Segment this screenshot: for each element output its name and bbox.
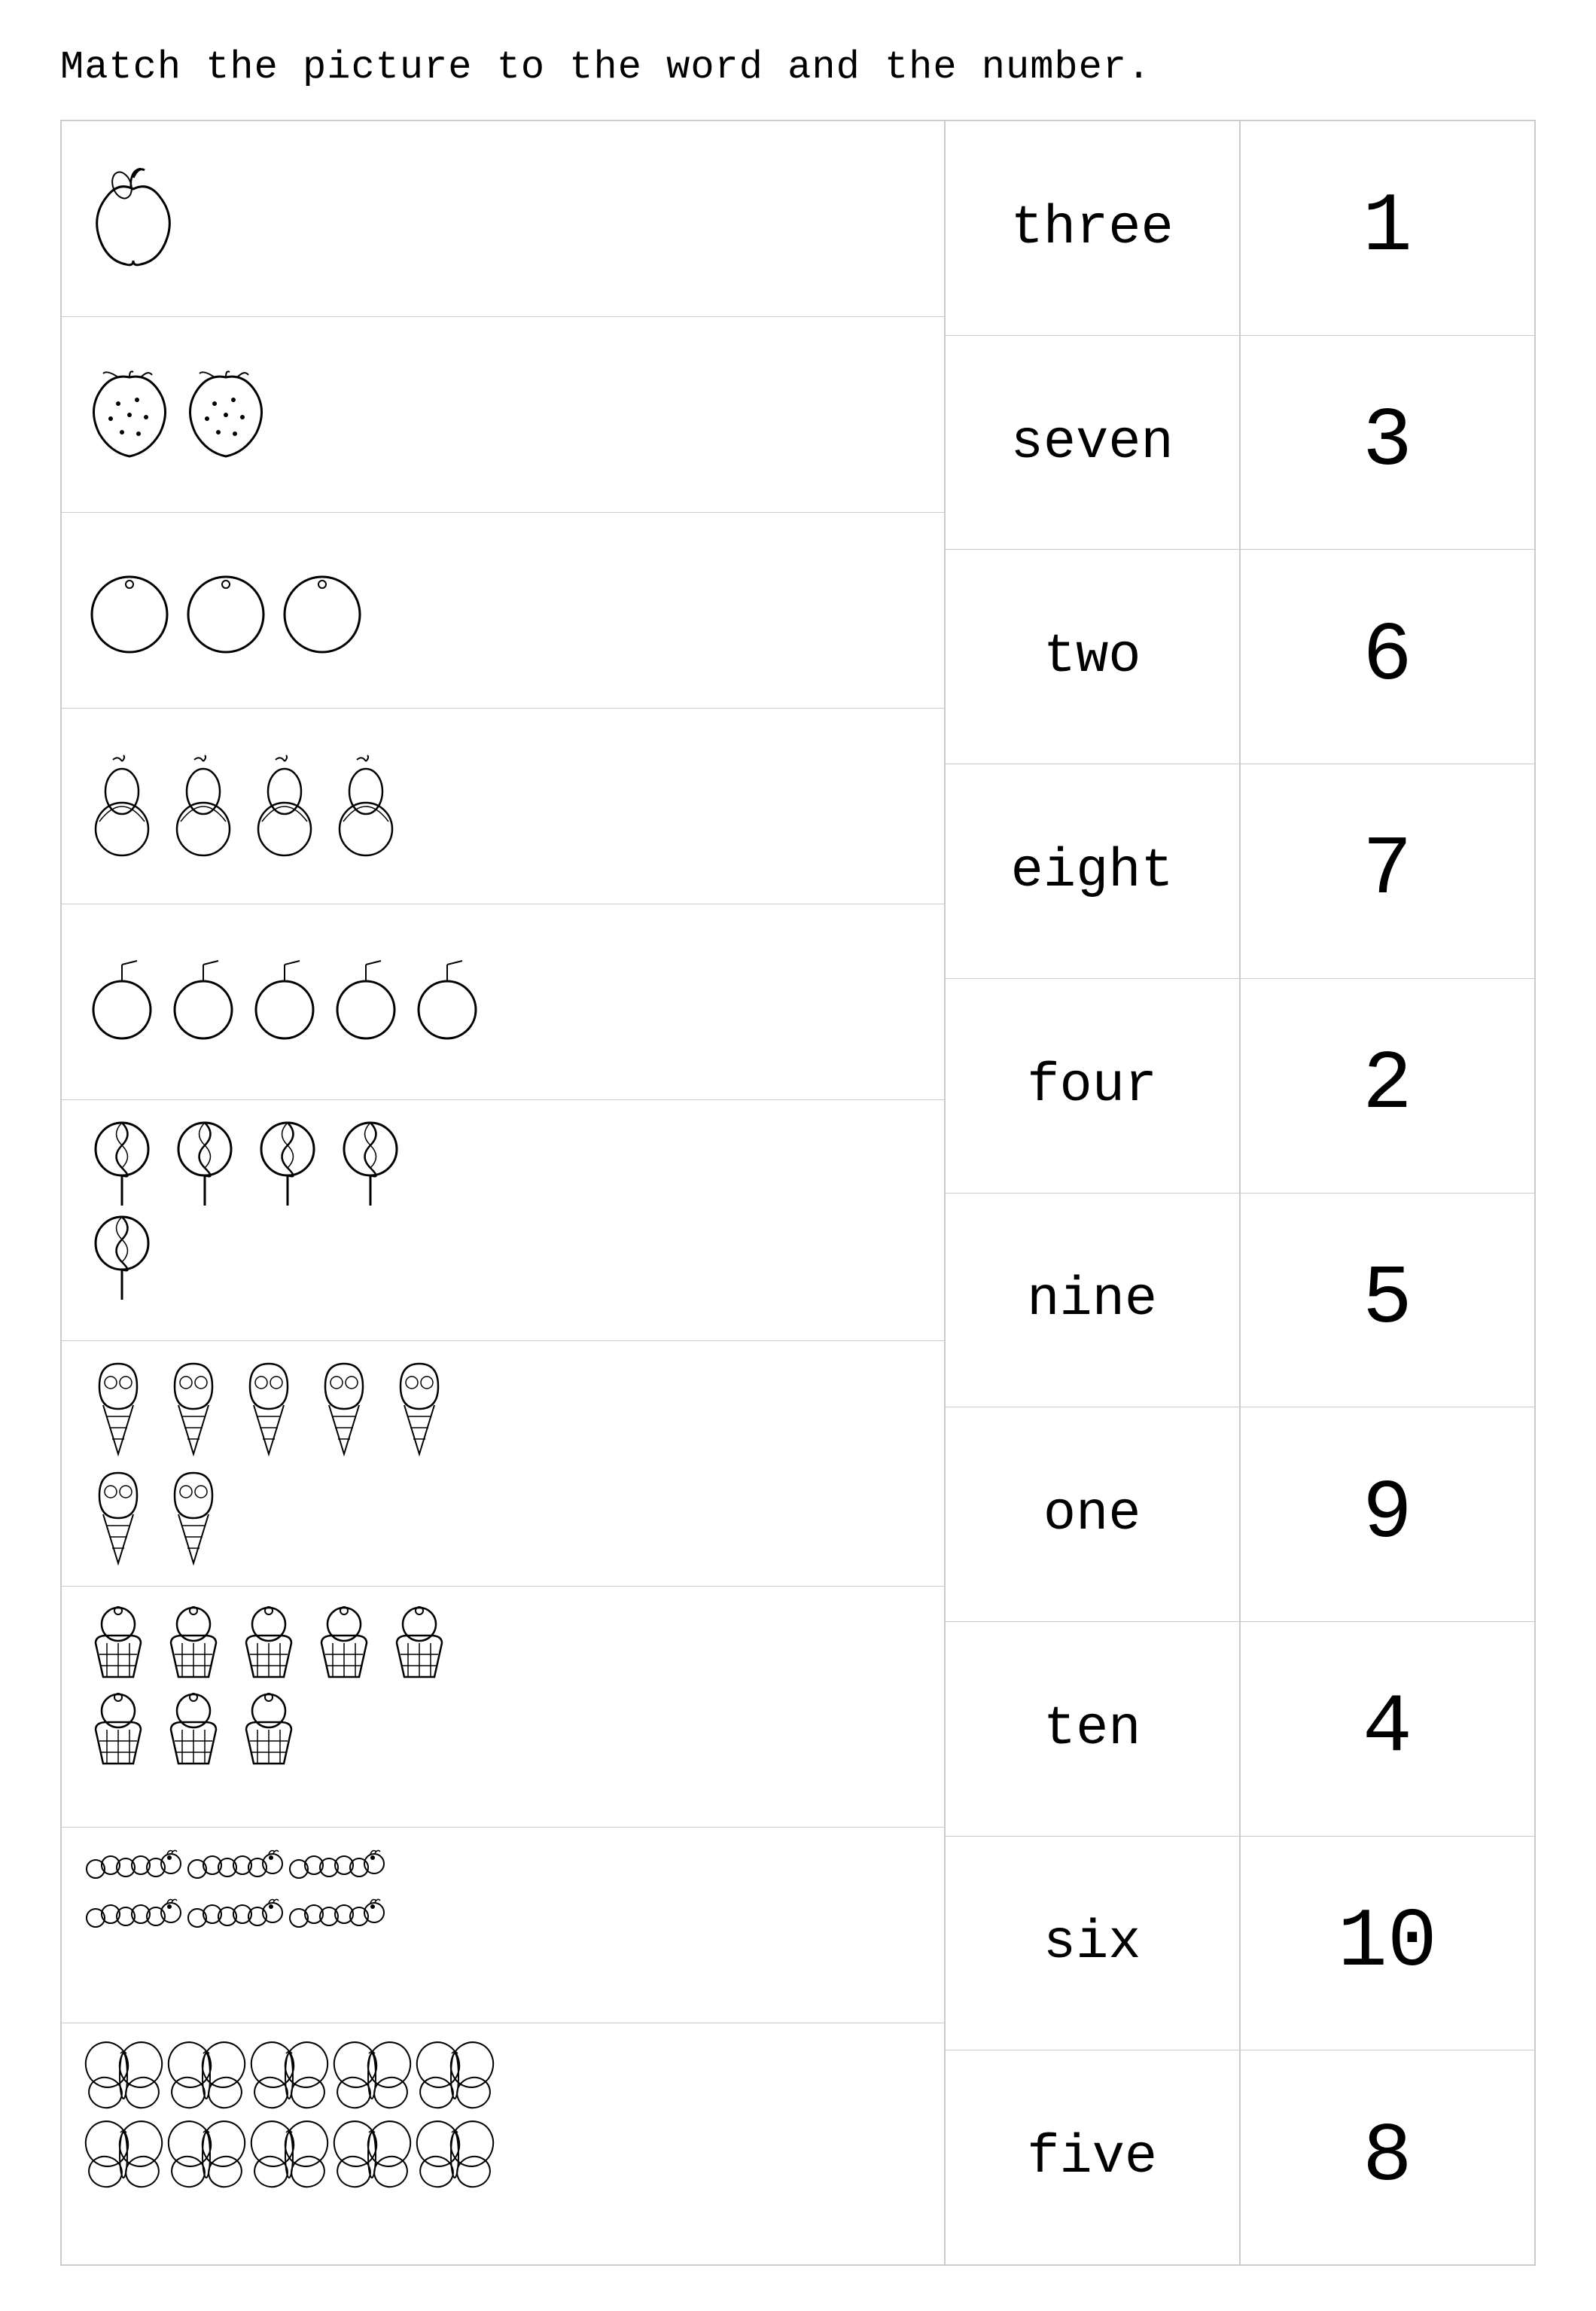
number-cell-9: 10 xyxy=(1241,1837,1534,2050)
picture-row-2 xyxy=(62,317,944,513)
caterpillar-icon-2 xyxy=(186,1843,284,1888)
strawberry-icon-2 xyxy=(181,366,271,464)
number-cell-3: 6 xyxy=(1241,550,1534,764)
butterfly-icon-9 xyxy=(333,2117,412,2193)
lollipop-icon-3 xyxy=(250,1115,325,1206)
word-number-row-7: one 9 xyxy=(946,1407,1534,1622)
word-number-row-8: ten 4 xyxy=(946,1622,1534,1837)
cherry-icon-2 xyxy=(166,957,241,1047)
cupcake-icon-2 xyxy=(160,1602,227,1684)
words-numbers-column: three 1 seven 3 two 6 eight 7 four 2 nin… xyxy=(946,121,1534,2264)
cupcake-icon-1 xyxy=(84,1602,152,1684)
icecream-icon-5 xyxy=(385,1356,453,1462)
picture-row-3 xyxy=(62,513,944,709)
cupcake-icon-4 xyxy=(310,1602,378,1684)
caterpillar-icon-4 xyxy=(84,1892,182,1937)
caterpillar-icon-3 xyxy=(288,1843,385,1888)
butterfly-icon-10 xyxy=(416,2117,495,2193)
picture-row-1 xyxy=(62,121,944,317)
number-cell-10: 8 xyxy=(1241,2050,1534,2264)
icecream-icon-7 xyxy=(160,1465,227,1571)
lollipop-icon-2 xyxy=(167,1115,242,1206)
pear-icon-3 xyxy=(247,754,322,859)
word-number-row-9: six 10 xyxy=(946,1837,1534,2051)
word-number-row-4: eight 7 xyxy=(946,764,1534,979)
orange-icon-1 xyxy=(84,562,175,660)
picture-row-6 xyxy=(62,1100,944,1341)
cherry-icon-1 xyxy=(84,957,160,1047)
icecream-icon-1 xyxy=(84,1356,152,1462)
cupcake-icon-7 xyxy=(160,1688,227,1771)
apple-icon xyxy=(84,163,182,276)
butterfly-icon-7 xyxy=(167,2117,246,2193)
pear-icon-1 xyxy=(84,754,160,859)
number-cell-8: 4 xyxy=(1241,1622,1534,1836)
number-cell-1: 1 xyxy=(1241,121,1534,335)
word-cell-1: three xyxy=(946,121,1241,335)
picture-row-8 xyxy=(62,1587,944,1828)
cupcake-icon-8 xyxy=(235,1688,303,1771)
icecream-icon-4 xyxy=(310,1356,378,1462)
pictures-column xyxy=(62,121,946,2264)
cupcake-icon-3 xyxy=(235,1602,303,1684)
picture-row-4 xyxy=(62,709,944,904)
word-number-row-6: nine 5 xyxy=(946,1194,1534,1408)
caterpillar-icon-5 xyxy=(186,1892,284,1937)
word-cell-5: four xyxy=(946,979,1241,1193)
word-cell-6: nine xyxy=(946,1194,1241,1407)
butterfly-icon-6 xyxy=(84,2117,163,2193)
butterfly-icon-1 xyxy=(84,2038,163,2114)
icecream-icon-2 xyxy=(160,1356,227,1462)
pear-icon-4 xyxy=(328,754,404,859)
butterfly-icon-4 xyxy=(333,2038,412,2114)
picture-row-10 xyxy=(62,2023,944,2264)
number-cell-2: 3 xyxy=(1241,336,1534,550)
number-cell-7: 9 xyxy=(1241,1407,1534,1621)
lollipop-icon-1 xyxy=(84,1115,160,1206)
number-cell-6: 5 xyxy=(1241,1194,1534,1407)
caterpillar-icon-6 xyxy=(288,1892,385,1937)
word-number-row-5: four 2 xyxy=(946,979,1534,1194)
word-number-row-1: three 1 xyxy=(946,121,1534,336)
butterfly-icon-3 xyxy=(250,2038,329,2114)
pear-icon-2 xyxy=(166,754,241,859)
orange-icon-2 xyxy=(181,562,271,660)
main-container: three 1 seven 3 two 6 eight 7 four 2 nin… xyxy=(60,120,1536,2266)
strawberry-icon-1 xyxy=(84,366,175,464)
cherry-icon-4 xyxy=(328,957,404,1047)
picture-row-5 xyxy=(62,904,944,1100)
word-cell-8: ten xyxy=(946,1622,1241,1836)
word-cell-4: eight xyxy=(946,764,1241,978)
number-cell-4: 7 xyxy=(1241,764,1534,978)
icecream-icon-6 xyxy=(84,1465,152,1571)
cupcake-icon-5 xyxy=(385,1602,453,1684)
word-cell-10: five xyxy=(946,2050,1241,2264)
cherry-icon-5 xyxy=(410,957,485,1047)
word-cell-7: one xyxy=(946,1407,1241,1621)
instruction-text: Match the picture to the word and the nu… xyxy=(60,45,1536,90)
lollipop-icon-4 xyxy=(333,1115,408,1206)
picture-row-7 xyxy=(62,1341,944,1587)
butterfly-icon-8 xyxy=(250,2117,329,2193)
word-cell-3: two xyxy=(946,550,1241,764)
word-number-row-3: two 6 xyxy=(946,550,1534,764)
word-cell-9: six xyxy=(946,1837,1241,2050)
orange-icon-3 xyxy=(277,562,367,660)
word-number-row-10: five 8 xyxy=(946,2050,1534,2264)
picture-row-9 xyxy=(62,1828,944,2023)
lollipop-icon-5 xyxy=(84,1209,160,1300)
cherry-icon-3 xyxy=(247,957,322,1047)
butterfly-icon-5 xyxy=(416,2038,495,2114)
number-cell-5: 2 xyxy=(1241,979,1534,1193)
butterfly-icon-2 xyxy=(167,2038,246,2114)
word-cell-2: seven xyxy=(946,336,1241,550)
icecream-icon-3 xyxy=(235,1356,303,1462)
word-number-row-2: seven 3 xyxy=(946,336,1534,550)
cupcake-icon-6 xyxy=(84,1688,152,1771)
caterpillar-icon-1 xyxy=(84,1843,182,1888)
